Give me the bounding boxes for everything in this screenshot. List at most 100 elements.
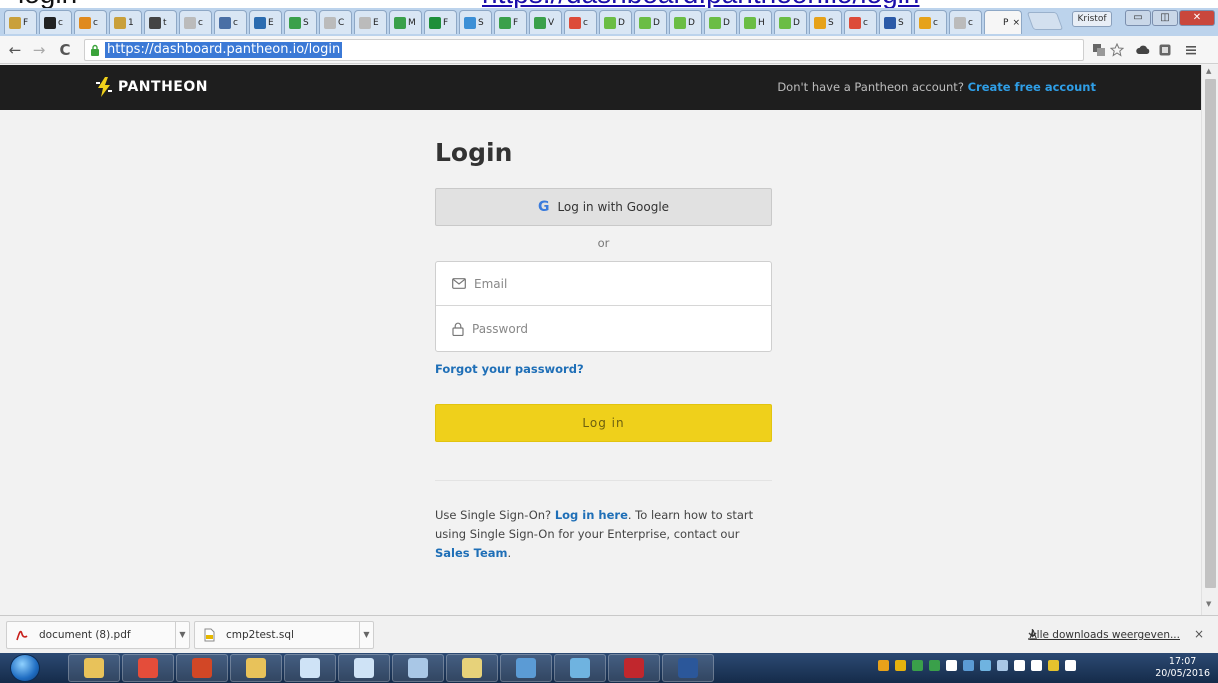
chevron-down-icon[interactable]: ▼: [175, 622, 189, 648]
taskbar-app-powerpoint[interactable]: [176, 654, 228, 682]
address-bar[interactable]: https://dashboard.pantheon.io/login: [84, 39, 1084, 61]
taskbar-app-notepad-app[interactable]: [446, 654, 498, 682]
browser-tab[interactable]: c: [39, 10, 72, 34]
tab-label: V: [548, 17, 555, 28]
tray-icon[interactable]: [1014, 660, 1025, 671]
pantheon-logo[interactable]: PANTHEON: [96, 77, 208, 97]
sales-team-link[interactable]: Sales Team: [435, 546, 508, 560]
reload-button[interactable]: C: [56, 40, 74, 60]
tray-icon[interactable]: [1048, 660, 1059, 671]
browser-tab[interactable]: c: [74, 10, 107, 34]
browser-tab[interactable]: S: [879, 10, 912, 34]
tray-icon[interactable]: [1065, 660, 1076, 671]
back-button[interactable]: ←: [6, 40, 24, 60]
google-login-button[interactable]: G Log in with Google: [435, 188, 772, 226]
tray-icon[interactable]: [912, 660, 923, 671]
taskbar-app-chrome[interactable]: [122, 654, 174, 682]
browser-tab[interactable]: S: [459, 10, 492, 34]
scroll-down-icon[interactable]: ▼: [1206, 600, 1211, 608]
sso-login-link[interactable]: Log in here: [555, 508, 628, 522]
browser-tab[interactable]: D: [599, 10, 632, 34]
browser-tab[interactable]: c: [564, 10, 597, 34]
browser-tab[interactable]: c: [844, 10, 877, 34]
minimize-button[interactable]: ▭: [1125, 10, 1151, 26]
browser-tab[interactable]: S: [284, 10, 317, 34]
chevron-down-icon[interactable]: ▼: [359, 622, 373, 648]
login-button[interactable]: Log in: [435, 404, 772, 442]
email-input[interactable]: [474, 276, 754, 291]
taskbar-app-network-app[interactable]: [500, 654, 552, 682]
tab-label: D: [618, 17, 625, 28]
tray-icon[interactable]: [878, 660, 889, 671]
browser-tab[interactable]: M: [389, 10, 422, 34]
browser-tab[interactable]: D: [669, 10, 702, 34]
extension-square-icon[interactable]: [1158, 43, 1172, 57]
tab-favicon-icon: [849, 16, 861, 29]
taskbar-app-paint-app[interactable]: [554, 654, 606, 682]
browser-tab[interactable]: E: [354, 10, 387, 34]
browser-tab[interactable]: P ×: [984, 10, 1022, 34]
browser-tab[interactable]: F: [424, 10, 457, 34]
browser-tab[interactable]: F: [4, 10, 37, 34]
scroll-thumb[interactable]: [1205, 79, 1216, 588]
taskbar-app-settings-app[interactable]: [392, 654, 444, 682]
taskbar-app-lock-app[interactable]: [338, 654, 390, 682]
top-strip-link[interactable]: https://dashboard.pantheon.io/login: [482, 0, 1042, 8]
browser-tab[interactable]: t: [144, 10, 177, 34]
menu-icon[interactable]: [1184, 43, 1198, 57]
maximize-button[interactable]: ◫: [1152, 10, 1178, 26]
cloud-extension-icon[interactable]: [1136, 43, 1150, 57]
browser-tab[interactable]: H: [739, 10, 772, 34]
tab-label: P: [1003, 17, 1009, 28]
browser-tab[interactable]: c: [949, 10, 982, 34]
forward-button[interactable]: →: [30, 40, 48, 60]
browser-tab[interactable]: c: [914, 10, 947, 34]
download-item-pdf[interactable]: document (8).pdf ▼: [6, 621, 190, 649]
scroll-up-icon[interactable]: ▲: [1206, 67, 1211, 75]
taskbar-app-filezilla[interactable]: [608, 654, 660, 682]
browser-tab[interactable]: V: [529, 10, 562, 34]
close-downloads-icon[interactable]: ×: [1194, 627, 1204, 641]
taskbar-app-apps-grid[interactable]: [230, 654, 282, 682]
tray-icon[interactable]: [963, 660, 974, 671]
start-button[interactable]: [10, 654, 40, 682]
browser-tab[interactable]: C: [319, 10, 352, 34]
profile-button[interactable]: Kristof: [1072, 11, 1112, 27]
browser-tab[interactable]: D: [634, 10, 667, 34]
taskbar-app-word[interactable]: [662, 654, 714, 682]
browser-tab[interactable]: c: [179, 10, 212, 34]
forgot-password-link[interactable]: Forgot your password?: [435, 362, 584, 376]
download-item-sql[interactable]: cmp2test.sql ▼: [194, 621, 374, 649]
tab-favicon-icon: [499, 16, 511, 29]
taskbar-app-app-circle[interactable]: [284, 654, 336, 682]
translate-icon[interactable]: [1092, 43, 1106, 57]
page-scrollbar[interactable]: ▲ ▼: [1201, 65, 1218, 615]
password-input[interactable]: [472, 322, 752, 336]
browser-tab[interactable]: E: [249, 10, 282, 34]
browser-tab[interactable]: c: [214, 10, 247, 34]
browser-tab[interactable]: 1: [109, 10, 142, 34]
system-clock[interactable]: 17:07 20/05/2016: [1155, 656, 1210, 680]
close-tab-icon[interactable]: ×: [1012, 18, 1020, 28]
tray-icon[interactable]: [997, 660, 1008, 671]
browser-tab[interactable]: S: [809, 10, 842, 34]
tab-favicon-icon: [289, 16, 301, 29]
pantheon-bolt-icon: [96, 77, 112, 97]
taskbar-app-explorer[interactable]: [68, 654, 120, 682]
show-all-downloads-link[interactable]: Alle downloads weergeven...: [1029, 629, 1180, 641]
settings-app-icon: [408, 658, 428, 678]
tab-label: c: [933, 17, 938, 28]
close-window-button[interactable]: ✕: [1179, 10, 1215, 26]
tray-icon[interactable]: [1031, 660, 1042, 671]
tray-icon[interactable]: [929, 660, 940, 671]
browser-tab[interactable]: D: [774, 10, 807, 34]
browser-tab[interactable]: F: [494, 10, 527, 34]
browser-tab[interactable]: D: [704, 10, 737, 34]
tray-icon[interactable]: [895, 660, 906, 671]
tray-icon[interactable]: [980, 660, 991, 671]
url-text[interactable]: https://dashboard.pantheon.io/login: [105, 42, 343, 58]
bookmark-star-icon[interactable]: [1110, 43, 1124, 57]
tray-icon[interactable]: [946, 660, 957, 671]
create-account-link[interactable]: Create free account: [968, 80, 1096, 94]
new-tab-button[interactable]: [1026, 12, 1064, 30]
